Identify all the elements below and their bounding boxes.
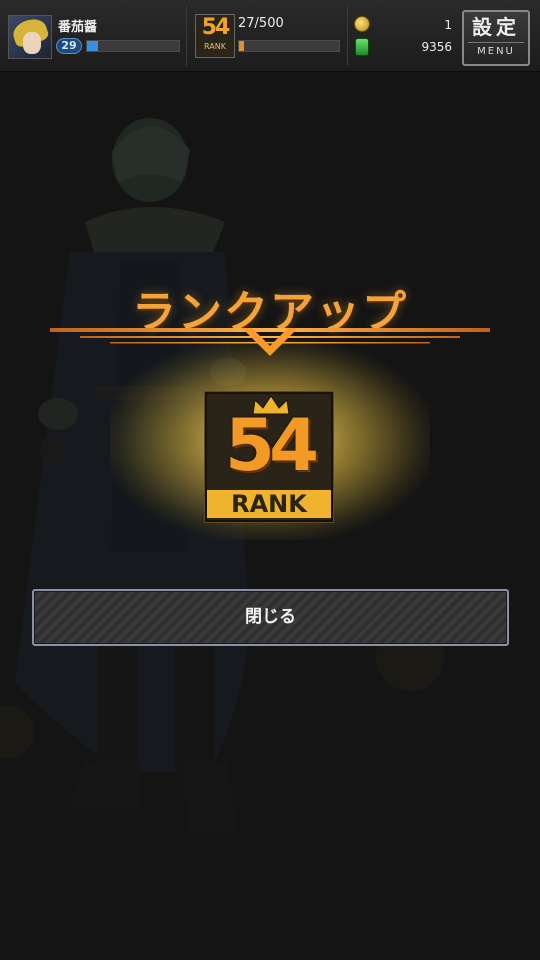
menu-button-label: 設定	[472, 15, 520, 39]
gem-icon	[355, 38, 369, 56]
stamina-text: 27/500	[238, 16, 284, 31]
level-badge: 29	[56, 38, 82, 54]
rank-emblem: 54 RANK	[205, 392, 333, 522]
player-name: 番茄醤	[58, 20, 98, 35]
stamina-bar-fill	[239, 41, 244, 51]
exp-bar	[86, 40, 180, 52]
hud-divider	[186, 6, 187, 66]
menu-button-sublabel: MENU	[468, 42, 524, 61]
stamina-bar	[238, 40, 340, 52]
close-button[interactable]: 閉じる	[32, 589, 509, 646]
exp-bar-fill	[87, 41, 99, 51]
rank-label: RANK	[207, 490, 331, 518]
rank-number: 54	[224, 403, 319, 487]
menu-button[interactable]: 設定 MENU	[462, 10, 530, 66]
rank-icon-number: 54	[201, 15, 231, 40]
hud-divider	[347, 6, 348, 66]
coin-icon	[354, 16, 370, 32]
rank-icon: 54 RANK	[195, 14, 235, 58]
coin-count: 1	[444, 18, 452, 32]
close-button-label: 閉じる	[245, 607, 296, 627]
rank-icon-label: RANK	[204, 42, 226, 51]
top-status-bar: 番茄醤 29 54 RANK 27/500 1 9356 設定 MENU	[0, 0, 540, 72]
avatar-face	[23, 32, 41, 54]
player-avatar[interactable]	[8, 15, 52, 59]
gem-count: 9356	[421, 40, 452, 54]
